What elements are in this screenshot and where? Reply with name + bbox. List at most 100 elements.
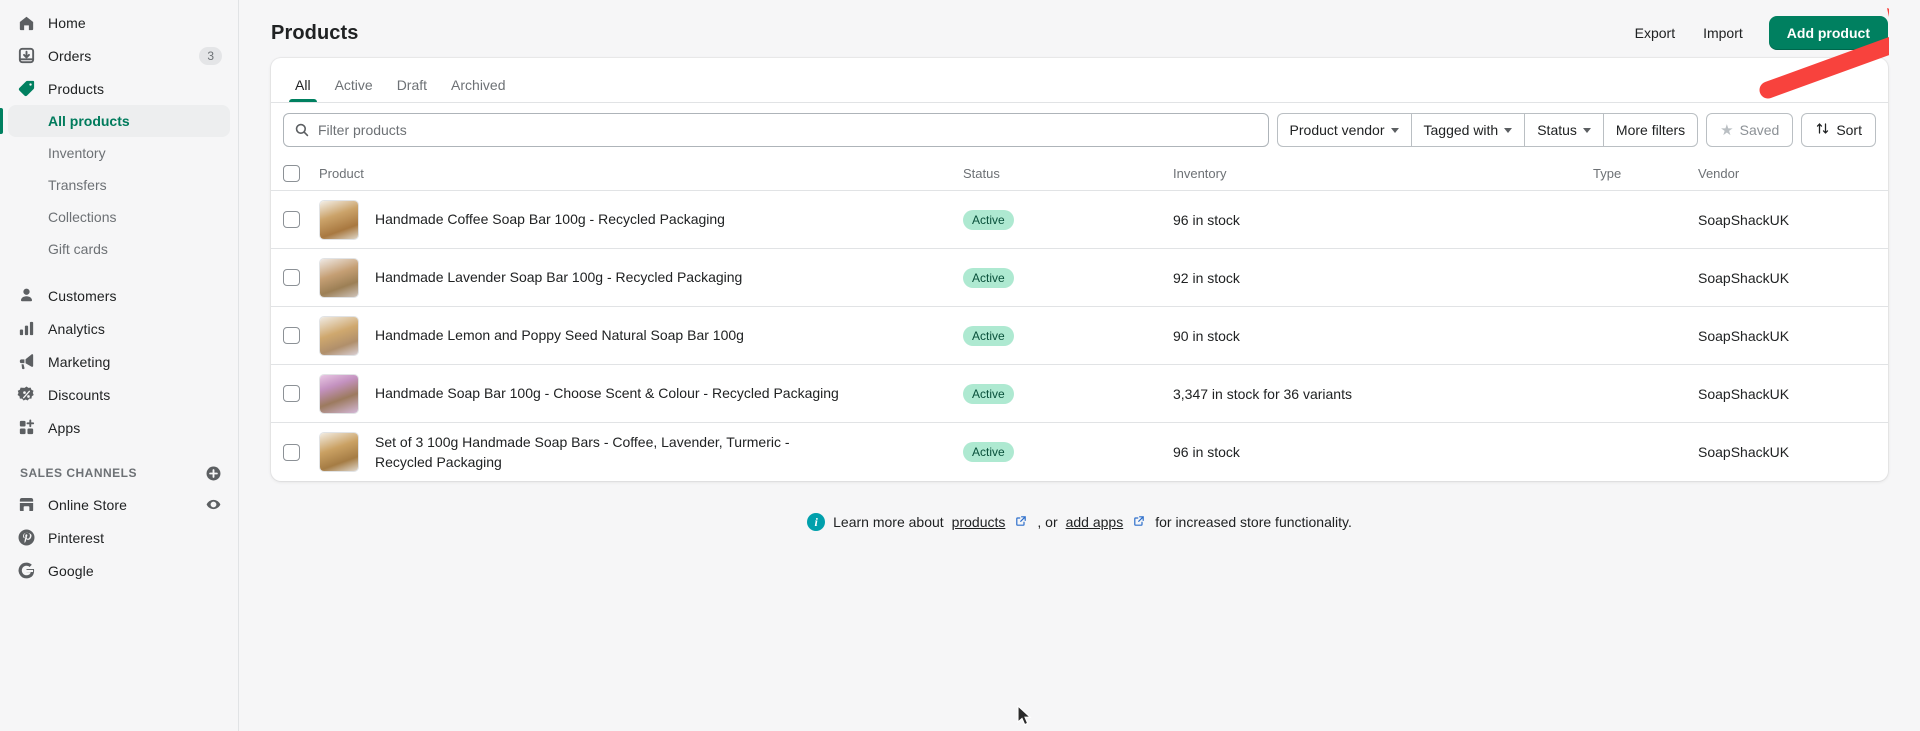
status-filter[interactable]: Status <box>1524 113 1603 147</box>
column-header-status: Status <box>963 166 1000 181</box>
sidebar-item-products[interactable]: Products <box>8 72 230 105</box>
product-name[interactable]: Set of 3 100g Handmade Soap Bars - Coffe… <box>375 432 845 473</box>
inventory-cell: 96 in stock <box>1173 211 1240 228</box>
add-product-button[interactable]: Add product <box>1768 16 1888 50</box>
search-field[interactable] <box>283 113 1269 147</box>
row-checkbox[interactable] <box>283 327 300 344</box>
sidebar-item-label: Orders <box>48 47 92 64</box>
table-row[interactable]: Handmade Lavender Soap Bar 100g - Recycl… <box>271 249 1888 307</box>
product-name[interactable]: Handmade Soap Bar 100g - Choose Scent & … <box>375 383 859 403</box>
chevron-down-icon <box>1582 127 1591 133</box>
sidebar-item-online-store[interactable]: Online Store <box>8 488 230 521</box>
inventory-cell: 92 in stock <box>1173 269 1240 286</box>
table-row[interactable]: Handmade Soap Bar 100g - Choose Scent & … <box>271 365 1888 423</box>
orders-icon <box>16 46 36 66</box>
sidebar-item-label: Home <box>48 14 86 31</box>
table-row[interactable]: Handmade Coffee Soap Bar 100g - Recycled… <box>271 191 1888 249</box>
import-button[interactable]: Import <box>1691 17 1755 49</box>
row-select-cell <box>283 327 319 344</box>
row-select-cell <box>283 385 319 402</box>
products-help-link[interactable]: products <box>952 514 1006 530</box>
sidebar-item-analytics[interactable]: Analytics <box>8 312 230 345</box>
storefront-icon <box>16 495 36 515</box>
column-header-product: Product <box>319 166 364 181</box>
column-header-vendor: Vendor <box>1698 166 1740 181</box>
sidebar-item-all-products[interactable]: All products <box>0 105 230 137</box>
more-filters-button[interactable]: More filters <box>1602 113 1699 147</box>
tagged-with-filter[interactable]: Tagged with <box>1410 113 1525 147</box>
external-link-icon <box>1133 514 1145 530</box>
sidebar-item-apps[interactable]: Apps <box>8 411 230 444</box>
sidebar-item-gift-cards[interactable]: Gift cards <box>8 233 230 265</box>
sidebar-subitem-label: Inventory <box>48 145 106 161</box>
sidebar-item-label: Analytics <box>48 320 105 337</box>
add-apps-link[interactable]: add apps <box>1066 514 1124 530</box>
export-button[interactable]: Export <box>1623 17 1687 49</box>
tab-all[interactable]: All <box>283 78 323 102</box>
sidebar-item-customers[interactable]: Customers <box>8 279 230 312</box>
tab-archived[interactable]: Archived <box>439 78 517 102</box>
product-thumbnail <box>319 373 359 414</box>
table-row[interactable]: Set of 3 100g Handmade Soap Bars - Coffe… <box>271 423 1888 481</box>
column-header-inventory: Inventory <box>1173 166 1227 181</box>
product-name[interactable]: Handmade Lemon and Poppy Seed Natural So… <box>375 325 764 345</box>
google-icon <box>16 561 36 581</box>
select-all-checkbox[interactable] <box>283 165 300 182</box>
row-checkbox[interactable] <box>283 211 300 228</box>
sidebar-item-transfers[interactable]: Transfers <box>8 169 230 201</box>
home-icon <box>16 13 36 33</box>
search-icon <box>294 122 310 138</box>
tab-label: All <box>295 77 311 93</box>
footer-suffix: for increased store functionality. <box>1155 514 1352 530</box>
sidebar: Home Orders 3 Products All products Inve… <box>0 0 239 731</box>
status-badge: Active <box>963 442 1014 462</box>
products-tag-icon <box>16 79 36 99</box>
sidebar-item-collections[interactable]: Collections <box>8 201 230 233</box>
row-select-cell <box>283 211 319 228</box>
row-checkbox[interactable] <box>283 443 300 461</box>
tagged-with-label: Tagged with <box>1423 122 1499 138</box>
row-checkbox[interactable] <box>283 269 300 286</box>
sort-button[interactable]: Sort <box>1801 113 1876 147</box>
sidebar-item-google[interactable]: Google <box>8 554 230 587</box>
inventory-cell: 3,347 in stock for 36 variants <box>1173 385 1352 402</box>
product-vendor-filter[interactable]: Product vendor <box>1276 113 1411 147</box>
sidebar-item-label: Apps <box>48 419 81 436</box>
table-row[interactable]: Handmade Lemon and Poppy Seed Natural So… <box>271 307 1888 365</box>
external-link-icon <box>1015 514 1027 530</box>
sidebar-item-discounts[interactable]: Discounts <box>8 378 230 411</box>
row-checkbox[interactable] <box>283 385 300 402</box>
column-header-type: Type <box>1593 166 1622 181</box>
page-title: Products <box>271 21 359 44</box>
select-all-cell <box>283 165 319 182</box>
row-select-cell <box>283 269 319 286</box>
search-input[interactable] <box>318 122 1258 138</box>
sidebar-item-orders[interactable]: Orders 3 <box>8 39 230 72</box>
sidebar-item-inventory[interactable]: Inventory <box>8 137 230 169</box>
product-name[interactable]: Handmade Lavender Soap Bar 100g - Recycl… <box>375 267 762 287</box>
status-cell: Active <box>963 209 1173 230</box>
product-thumbnail <box>319 257 359 298</box>
sidebar-item-home[interactable]: Home <box>8 6 230 39</box>
product-name[interactable]: Handmade Coffee Soap Bar 100g - Recycled… <box>375 209 745 229</box>
sidebar-item-pinterest[interactable]: Pinterest <box>8 521 230 554</box>
vendor-cell: SoapShackUK <box>1698 269 1790 286</box>
inventory-cell: 96 in stock <box>1173 444 1240 460</box>
status-badge: Active <box>963 267 1014 288</box>
add-sales-channel-icon[interactable] <box>204 464 222 482</box>
status-cell: Active <box>963 267 1173 288</box>
page-header: Products Export Import Add product <box>271 0 1888 58</box>
sidebar-subitem-label: Transfers <box>48 177 107 193</box>
sidebar-item-marketing[interactable]: Marketing <box>8 345 230 378</box>
saved-searches-button[interactable]: ★ Saved <box>1706 113 1794 147</box>
tab-label: Active <box>334 77 373 93</box>
tab-active[interactable]: Active <box>323 78 385 102</box>
product-cell: Set of 3 100g Handmade Soap Bars - Coffe… <box>319 432 963 473</box>
discounts-icon <box>16 385 36 405</box>
tab-draft[interactable]: Draft <box>385 78 439 102</box>
preview-store-eye-icon[interactable] <box>205 496 222 513</box>
pinterest-icon <box>16 528 36 548</box>
product-cell: Handmade Coffee Soap Bar 100g - Recycled… <box>319 199 963 240</box>
sidebar-item-label: Online Store <box>48 496 128 513</box>
